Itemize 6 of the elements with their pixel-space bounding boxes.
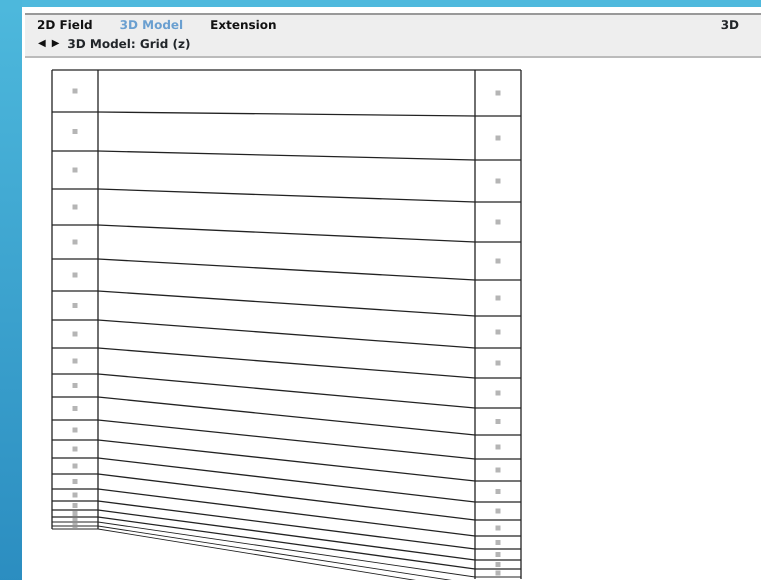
mode-label: 3D <box>720 17 739 34</box>
forward-button[interactable]: ▶ <box>52 36 60 51</box>
breadcrumb: 3D Model: Grid (z) <box>67 36 190 52</box>
back-button[interactable]: ◀ <box>38 36 46 51</box>
tab[interactable]: 2D Field <box>37 16 93 34</box>
tab[interactable]: Extension <box>210 16 277 34</box>
